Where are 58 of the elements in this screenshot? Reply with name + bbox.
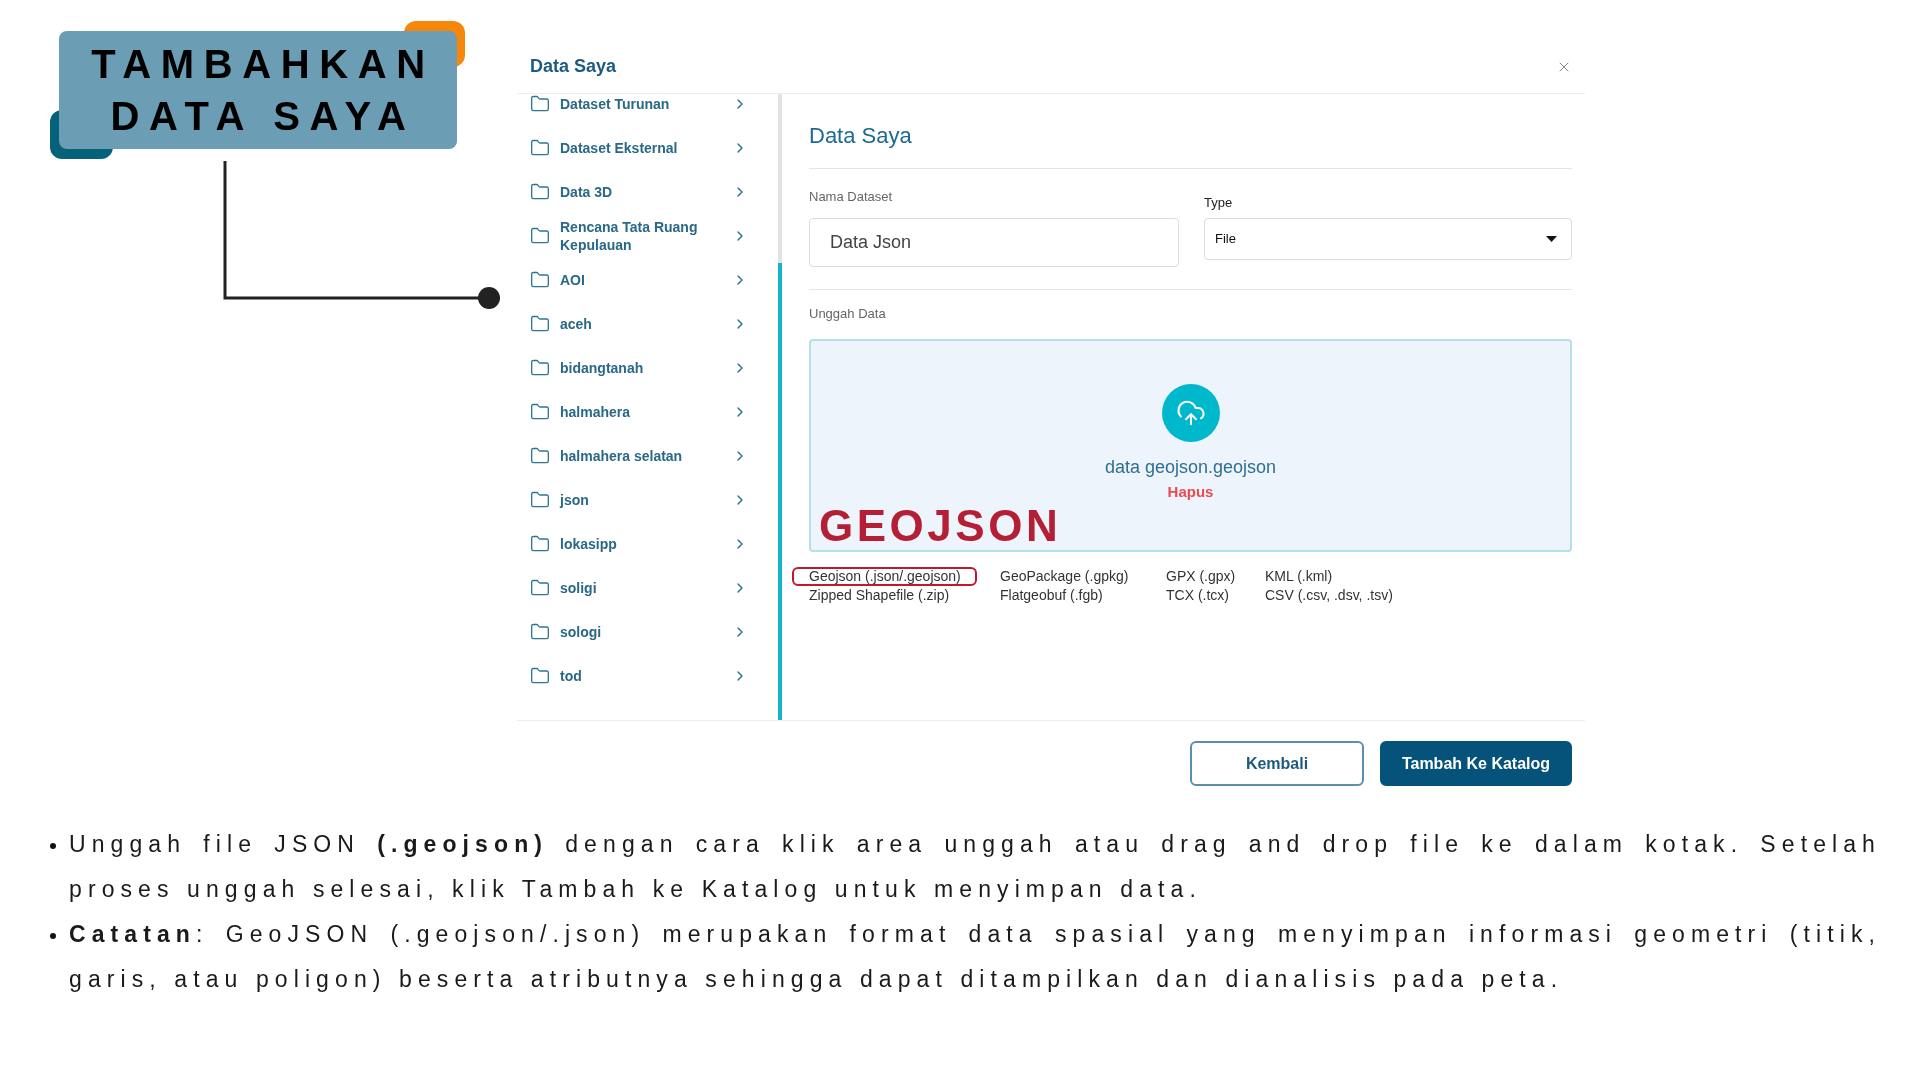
format-label: GPX (.gpx)	[1166, 567, 1236, 586]
sidebar-item[interactable]: halmahera selatan	[517, 434, 778, 478]
sidebar-item[interactable]: bidangtanah	[517, 346, 778, 390]
sidebar-item[interactable]: aceh	[517, 302, 778, 346]
bullet-icon	[50, 933, 56, 939]
upload-dropzone[interactable]: data geojson.geojson Hapus GEOJSON	[809, 339, 1572, 552]
sidebar-item[interactable]: soligi	[517, 566, 778, 610]
folder-icon	[530, 226, 550, 246]
field-label: Unggah Data	[809, 306, 886, 322]
bullet-icon	[50, 843, 56, 849]
folder-icon	[530, 138, 550, 158]
sidebar-item[interactable]: Dataset Eksternal	[517, 126, 778, 170]
add-to-catalog-button[interactable]: Tambah Ke Katalog	[1380, 741, 1572, 786]
format-label: GeoPackage (.gpkg)	[1000, 567, 1129, 586]
scrollbar-thumb[interactable]	[778, 263, 782, 720]
note-text: Unggah file JSON (.geojson) dengan cara klik area unggah atau drag and drop file ke dalam kotak. Setelah proses unggah selesai, klik Tambah ke Katalog untuk menyimpan data.	[69, 830, 1881, 904]
sidebar-item[interactable]: Dataset Turunan	[517, 94, 778, 126]
folder-icon	[530, 358, 550, 378]
folder-icon	[530, 534, 550, 554]
sidebar-item[interactable]: Rencana Tata Ruang Kepulauan	[517, 214, 778, 258]
note-text: Catatan: GeoJSON (.geojson/.json) merupakan format data spasial yang menyimpan informasi geometri (titik, garis, atau poligon) beserta atributnya sehingga dapat ditampilkan dan dianalisis pada peta.	[69, 920, 1881, 994]
dataset-name-field[interactable]: Data Json	[809, 218, 1179, 267]
upload-icon	[1161, 384, 1220, 442]
remove-file-link[interactable]: Hapus	[1167, 483, 1214, 501]
folder-icon	[530, 94, 550, 114]
folder-icon	[530, 490, 550, 510]
format-label: CSV (.csv, .dsv, .tsv)	[1265, 586, 1393, 605]
sidebar-item[interactable]: sologi	[517, 610, 778, 654]
title-badge: TAMBAHKAN DATA SAYA	[59, 31, 457, 149]
format-label: KML (.kml)	[1265, 567, 1333, 586]
folder-icon	[530, 402, 550, 422]
uploaded-file-name: data geojson.geojson	[1104, 456, 1277, 478]
folder-icon	[530, 270, 550, 290]
format-label: Zipped Shapefile (.zip)	[809, 586, 950, 605]
folder-icon	[530, 446, 550, 466]
dialog-title: Data Saya	[530, 55, 617, 78]
sidebar-item[interactable]: AOI	[517, 258, 778, 302]
sidebar-item[interactable]: tod	[517, 654, 778, 698]
type-select[interactable]: File	[1204, 218, 1572, 260]
caret-icon	[1546, 236, 1557, 242]
field-label: Type	[1204, 195, 1234, 211]
sidebar-item[interactable]: json	[517, 478, 778, 522]
field-label: Nama Dataset	[809, 189, 894, 205]
folder-icon	[530, 182, 550, 202]
sidebar-item[interactable]: lokasipp	[517, 522, 778, 566]
format-label: Flatgeobuf (.fgb)	[1000, 586, 1103, 605]
panel-heading: Data Saya	[809, 122, 913, 150]
highlighted-format-label: Geojson (.json/.geojson)	[792, 567, 977, 586]
folder-icon	[530, 622, 550, 642]
folder-icon	[530, 578, 550, 598]
sidebar-item[interactable]: halmahera	[517, 390, 778, 434]
annotation-label: GEOJSON	[819, 504, 1062, 548]
format-label: TCX (.tcx)	[1166, 586, 1229, 605]
sidebar-item[interactable]: Data 3D	[517, 170, 778, 214]
back-button[interactable]: Kembali	[1190, 741, 1364, 786]
folder-icon	[530, 666, 550, 686]
scrollbar-track[interactable]	[778, 94, 782, 720]
folder-icon	[530, 314, 550, 334]
